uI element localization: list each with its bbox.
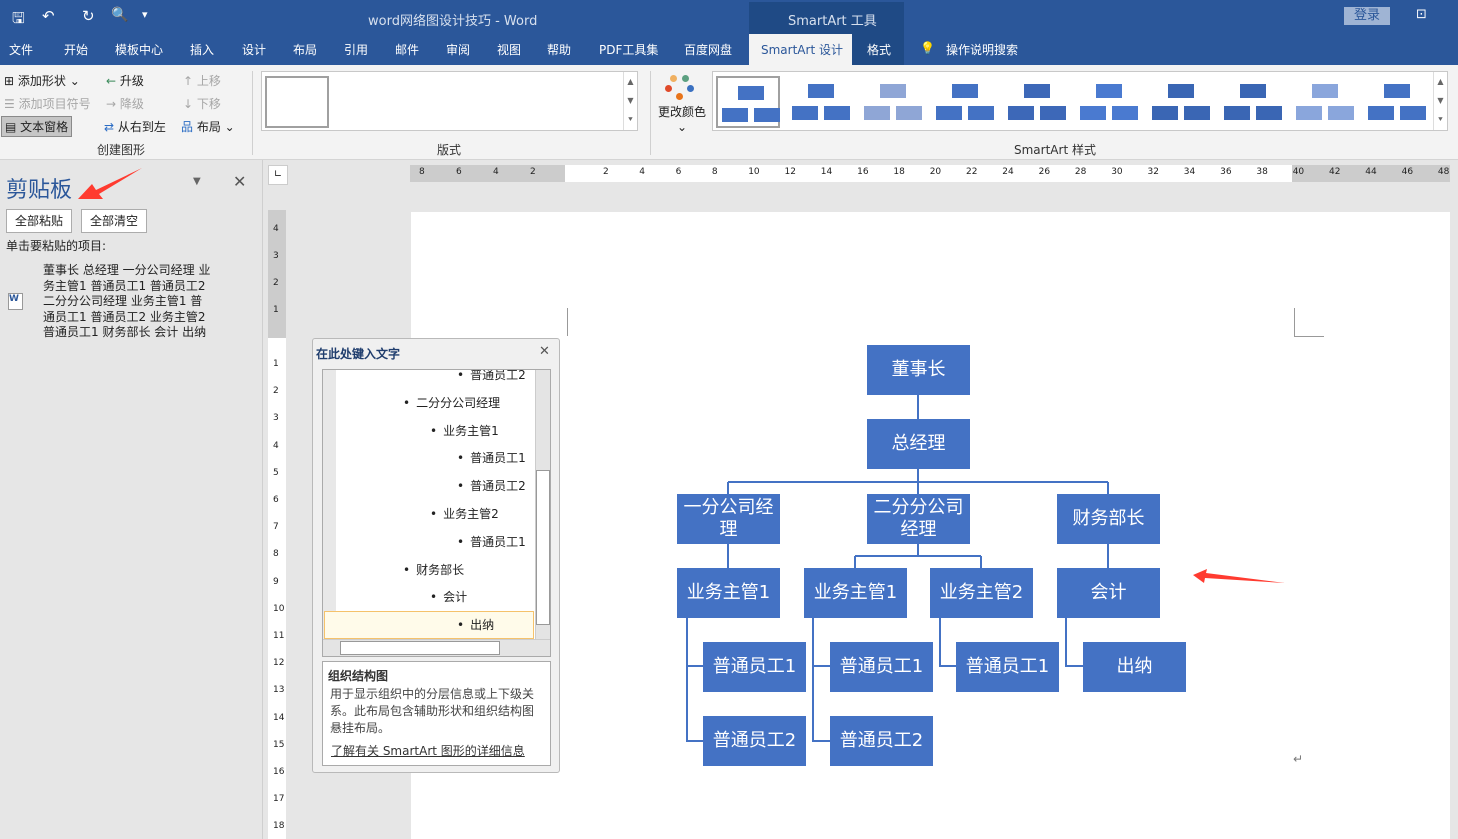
org-node[interactable]: 普通员工2	[830, 716, 933, 766]
org-node[interactable]: 普通员工2	[703, 716, 806, 766]
org-node[interactable]: 一分公司经理	[677, 494, 780, 544]
text-pane-item[interactable]: 业务主管1	[430, 422, 499, 439]
org-node[interactable]: 普通员工1	[703, 642, 806, 692]
desc-line: 系。此布局包含辅助形状和组织结构图	[330, 704, 535, 718]
text-pane-item[interactable]: 二分分公司经理	[403, 394, 500, 411]
close-icon[interactable]: ✕	[539, 344, 550, 359]
text-pane-item[interactable]: 普通员工1	[457, 449, 526, 466]
org-node[interactable]: 业务主管1	[677, 568, 780, 618]
org-node[interactable]: 普通员工1	[830, 642, 933, 692]
org-node[interactable]: 会计	[1057, 568, 1160, 618]
org-node[interactable]: 普通员工1	[956, 642, 1059, 692]
smartart-text-pane: 在此处键入文字 ✕ 普通员工2 二分分公司经理业务主管1 普通员工1 普通员工2 业务主…	[312, 338, 560, 773]
text-pane-item[interactable]: 会计	[430, 588, 467, 605]
vertical-scrollbar[interactable]	[535, 370, 550, 640]
org-node[interactable]: 出纳	[1083, 642, 1186, 692]
text-pane-title: 在此处键入文字	[316, 347, 401, 361]
org-node[interactable]: 业务主管2	[930, 568, 1033, 618]
desc-line: 用于显示组织中的分层信息或上下级关	[330, 687, 535, 701]
horizontal-scrollbar[interactable]	[323, 639, 550, 656]
text-pane-item[interactable]: 普通员工1	[457, 533, 526, 550]
layout-description: 组织结构图 用于显示组织中的分层信息或上下级关 系。此布局包含辅助形状和组织结构图…	[322, 661, 551, 766]
org-node[interactable]: 二分分公司经理	[867, 494, 970, 544]
org-node[interactable]: 财务部长	[1057, 494, 1160, 544]
text-pane-item[interactable]: 普通员工2	[457, 370, 526, 383]
org-node[interactable]: 总经理	[867, 419, 970, 469]
smartart-help-link[interactable]: 了解有关 SmartArt 图形的详细信息	[331, 742, 525, 759]
text-pane-item[interactable]: 业务主管2	[430, 505, 499, 522]
text-pane-item[interactable]: 普通员工2	[457, 477, 526, 494]
org-node[interactable]: 董事长	[867, 345, 970, 395]
org-connectors	[78, 168, 1285, 742]
scroll-thumb[interactable]	[340, 641, 500, 655]
text-pane-item[interactable]: 财务部长	[403, 561, 464, 578]
scroll-thumb[interactable]	[536, 470, 550, 625]
text-pane-item[interactable]: 出纳	[457, 616, 494, 633]
desc-line: 悬挂布局。	[330, 721, 391, 735]
org-node[interactable]: 业务主管1	[804, 568, 907, 618]
text-pane-list[interactable]: 普通员工2 二分分公司经理业务主管1 普通员工1 普通员工2 业务主管2 普通员工1 财务部…	[322, 369, 551, 657]
layout-name: 组织结构图	[328, 669, 389, 683]
